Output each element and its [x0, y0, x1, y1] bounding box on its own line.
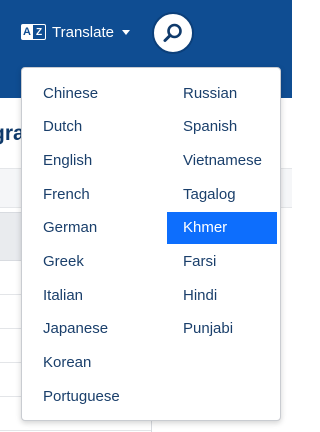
language-option-korean[interactable]: Korean — [27, 347, 137, 379]
language-option-russian[interactable]: Russian — [167, 77, 277, 109]
search-icon — [163, 23, 182, 42]
language-option-italian[interactable]: Italian — [27, 279, 137, 311]
language-option-french[interactable]: French — [27, 178, 137, 210]
language-option-chinese[interactable]: Chinese — [27, 77, 137, 109]
language-dropdown-menu: Chinese Dutch English French German Greek Ital… — [21, 67, 281, 421]
language-option-farsi[interactable]: Farsi — [167, 246, 277, 278]
translate-button[interactable]: AZ Translate — [21, 20, 130, 44]
language-option-english[interactable]: English — [27, 144, 137, 176]
language-option-dutch[interactable]: Dutch — [27, 111, 137, 143]
chevron-down-icon — [121, 29, 130, 35]
a-z-translate-icon: AZ — [21, 24, 46, 40]
language-option-tagalog[interactable]: Tagalog — [167, 178, 277, 210]
language-option-german[interactable]: German — [27, 212, 137, 244]
language-option-hindi[interactable]: Hindi — [167, 279, 277, 311]
language-option-greek[interactable]: Greek — [27, 246, 137, 278]
language-option-portuguese[interactable]: Portuguese — [27, 380, 137, 412]
search-button[interactable] — [152, 12, 194, 54]
translate-label: Translate — [52, 23, 114, 41]
language-option-punjabi[interactable]: Punjabi — [167, 313, 277, 345]
language-option-khmer[interactable]: Khmer — [167, 211, 277, 244]
language-option-spanish[interactable]: Spanish — [167, 111, 277, 143]
language-option-vietnamese[interactable]: Vietnamese — [167, 144, 277, 176]
language-option-japanese[interactable]: Japanese — [27, 313, 137, 345]
